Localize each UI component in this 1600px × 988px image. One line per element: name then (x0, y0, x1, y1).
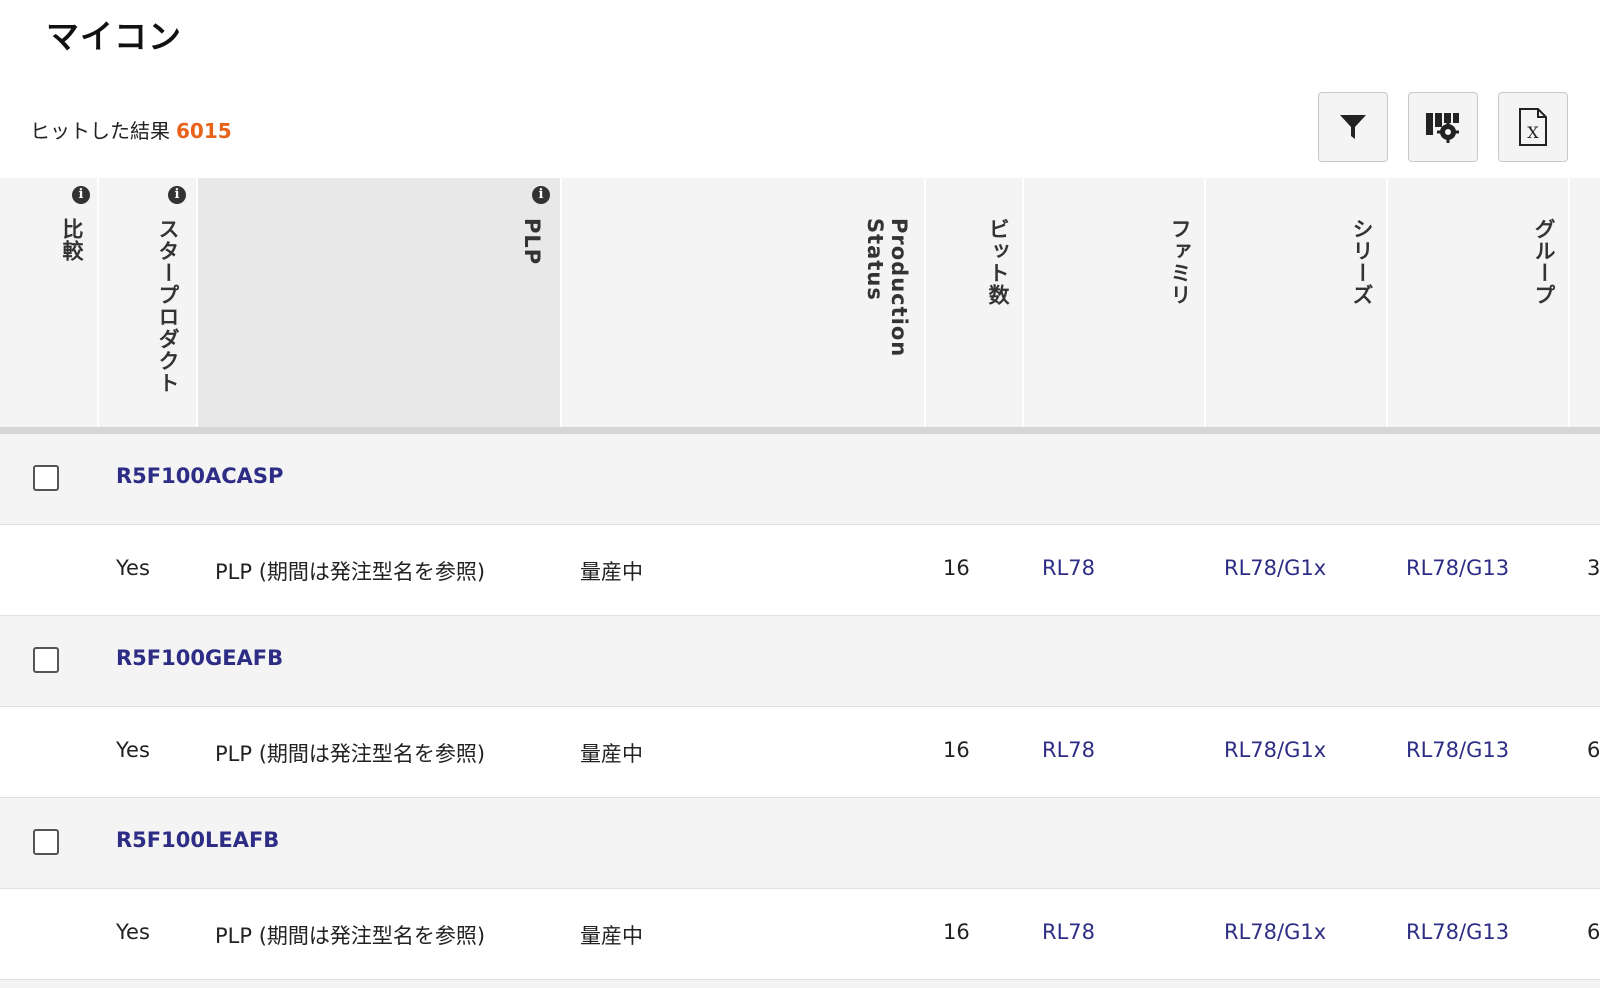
result-label: ヒットした結果 (30, 119, 170, 143)
excel-export-button[interactable]: X (1498, 92, 1568, 162)
table-row-part: R5F100LEAFB (0, 798, 1600, 889)
table-row-part: R5F100ACASP (0, 434, 1600, 525)
next-column-cell: 3 (1587, 556, 1600, 580)
table-row-part: R5F100GEAFB (0, 616, 1600, 707)
info-icon[interactable]: i (532, 186, 550, 204)
column-header-star-product[interactable]: i スタープロダクト (99, 178, 198, 427)
bits-cell: 16 (943, 920, 970, 944)
table-row-detail: Yes PLP (期間は発注型名を参照) 量産中 16 RL78 RL78/G1… (0, 889, 1600, 980)
column-header-plp[interactable]: i PLP (198, 178, 562, 427)
family-link[interactable]: RL78 (1042, 920, 1095, 944)
column-settings-icon (1426, 113, 1459, 143)
part-number-link[interactable]: R5F100ACASP (116, 464, 283, 488)
group-link[interactable]: RL78/G13 (1406, 920, 1509, 944)
column-label: 比較 (60, 218, 84, 262)
table-header: i 比較 i スタープロダクト i PLP Production Status … (0, 178, 1600, 434)
plp-cell: PLP (期間は発注型名を参照) (215, 742, 486, 766)
series-link[interactable]: RL78/G1x (1224, 920, 1326, 944)
next-column-cell: 6 (1587, 920, 1600, 944)
result-summary: ヒットした結果 6015 (30, 115, 232, 144)
compare-checkbox[interactable] (33, 647, 59, 673)
production-status-cell: 量産中 (580, 742, 643, 766)
star-product-cell: Yes (116, 920, 150, 944)
column-label: Production Status (863, 218, 911, 358)
column-label: スタープロダクト (156, 218, 180, 394)
svg-text:X: X (1527, 123, 1539, 142)
column-header-bits[interactable]: ビット数 (926, 178, 1024, 427)
series-link[interactable]: RL78/G1x (1224, 738, 1326, 762)
filter-icon (1340, 115, 1366, 139)
production-status-cell: 量産中 (580, 560, 643, 584)
info-icon[interactable]: i (72, 186, 90, 204)
next-row-edge (0, 980, 1600, 988)
table-row-detail: Yes PLP (期間は発注型名を参照) 量産中 16 RL78 RL78/G1… (0, 707, 1600, 798)
plp-cell: PLP (期間は発注型名を参照) (215, 924, 486, 948)
part-number-link[interactable]: R5F100GEAFB (116, 646, 283, 670)
column-header-group[interactable]: グループ (1388, 178, 1570, 427)
table-row-detail: Yes PLP (期間は発注型名を参照) 量産中 16 RL78 RL78/G1… (0, 525, 1600, 616)
series-link[interactable]: RL78/G1x (1224, 556, 1326, 580)
part-number-link[interactable]: R5F100LEAFB (116, 828, 279, 852)
column-header-production-status[interactable]: Production Status (562, 178, 926, 427)
column-label: シリーズ (1350, 218, 1374, 306)
bits-cell: 16 (943, 738, 970, 762)
result-count: 6015 (176, 119, 232, 143)
column-header-series[interactable]: シリーズ (1206, 178, 1388, 427)
page-title: マイコン (46, 17, 182, 56)
plp-cell: PLP (期間は発注型名を参照) (215, 560, 486, 584)
production-status-cell: 量産中 (580, 924, 643, 948)
column-settings-button[interactable] (1408, 92, 1478, 162)
column-label: ビット数 (986, 218, 1010, 306)
group-link[interactable]: RL78/G13 (1406, 738, 1509, 762)
column-label: PLP (520, 218, 544, 266)
column-header-next[interactable] (1570, 178, 1600, 427)
star-product-cell: Yes (116, 556, 150, 580)
bits-cell: 16 (943, 556, 970, 580)
info-icon[interactable]: i (168, 186, 186, 204)
star-product-cell: Yes (116, 738, 150, 762)
column-header-family[interactable]: ファミリ (1024, 178, 1206, 427)
filter-button[interactable] (1318, 92, 1388, 162)
column-label: グループ (1532, 218, 1556, 306)
next-column-cell: 6 (1587, 738, 1600, 762)
compare-checkbox[interactable] (33, 465, 59, 491)
column-header-compare[interactable]: i 比較 (2, 178, 99, 427)
family-link[interactable]: RL78 (1042, 556, 1095, 580)
excel-export-icon: X (1519, 108, 1547, 146)
column-label: ファミリ (1168, 218, 1192, 306)
group-link[interactable]: RL78/G13 (1406, 556, 1509, 580)
compare-checkbox[interactable] (33, 829, 59, 855)
family-link[interactable]: RL78 (1042, 738, 1095, 762)
